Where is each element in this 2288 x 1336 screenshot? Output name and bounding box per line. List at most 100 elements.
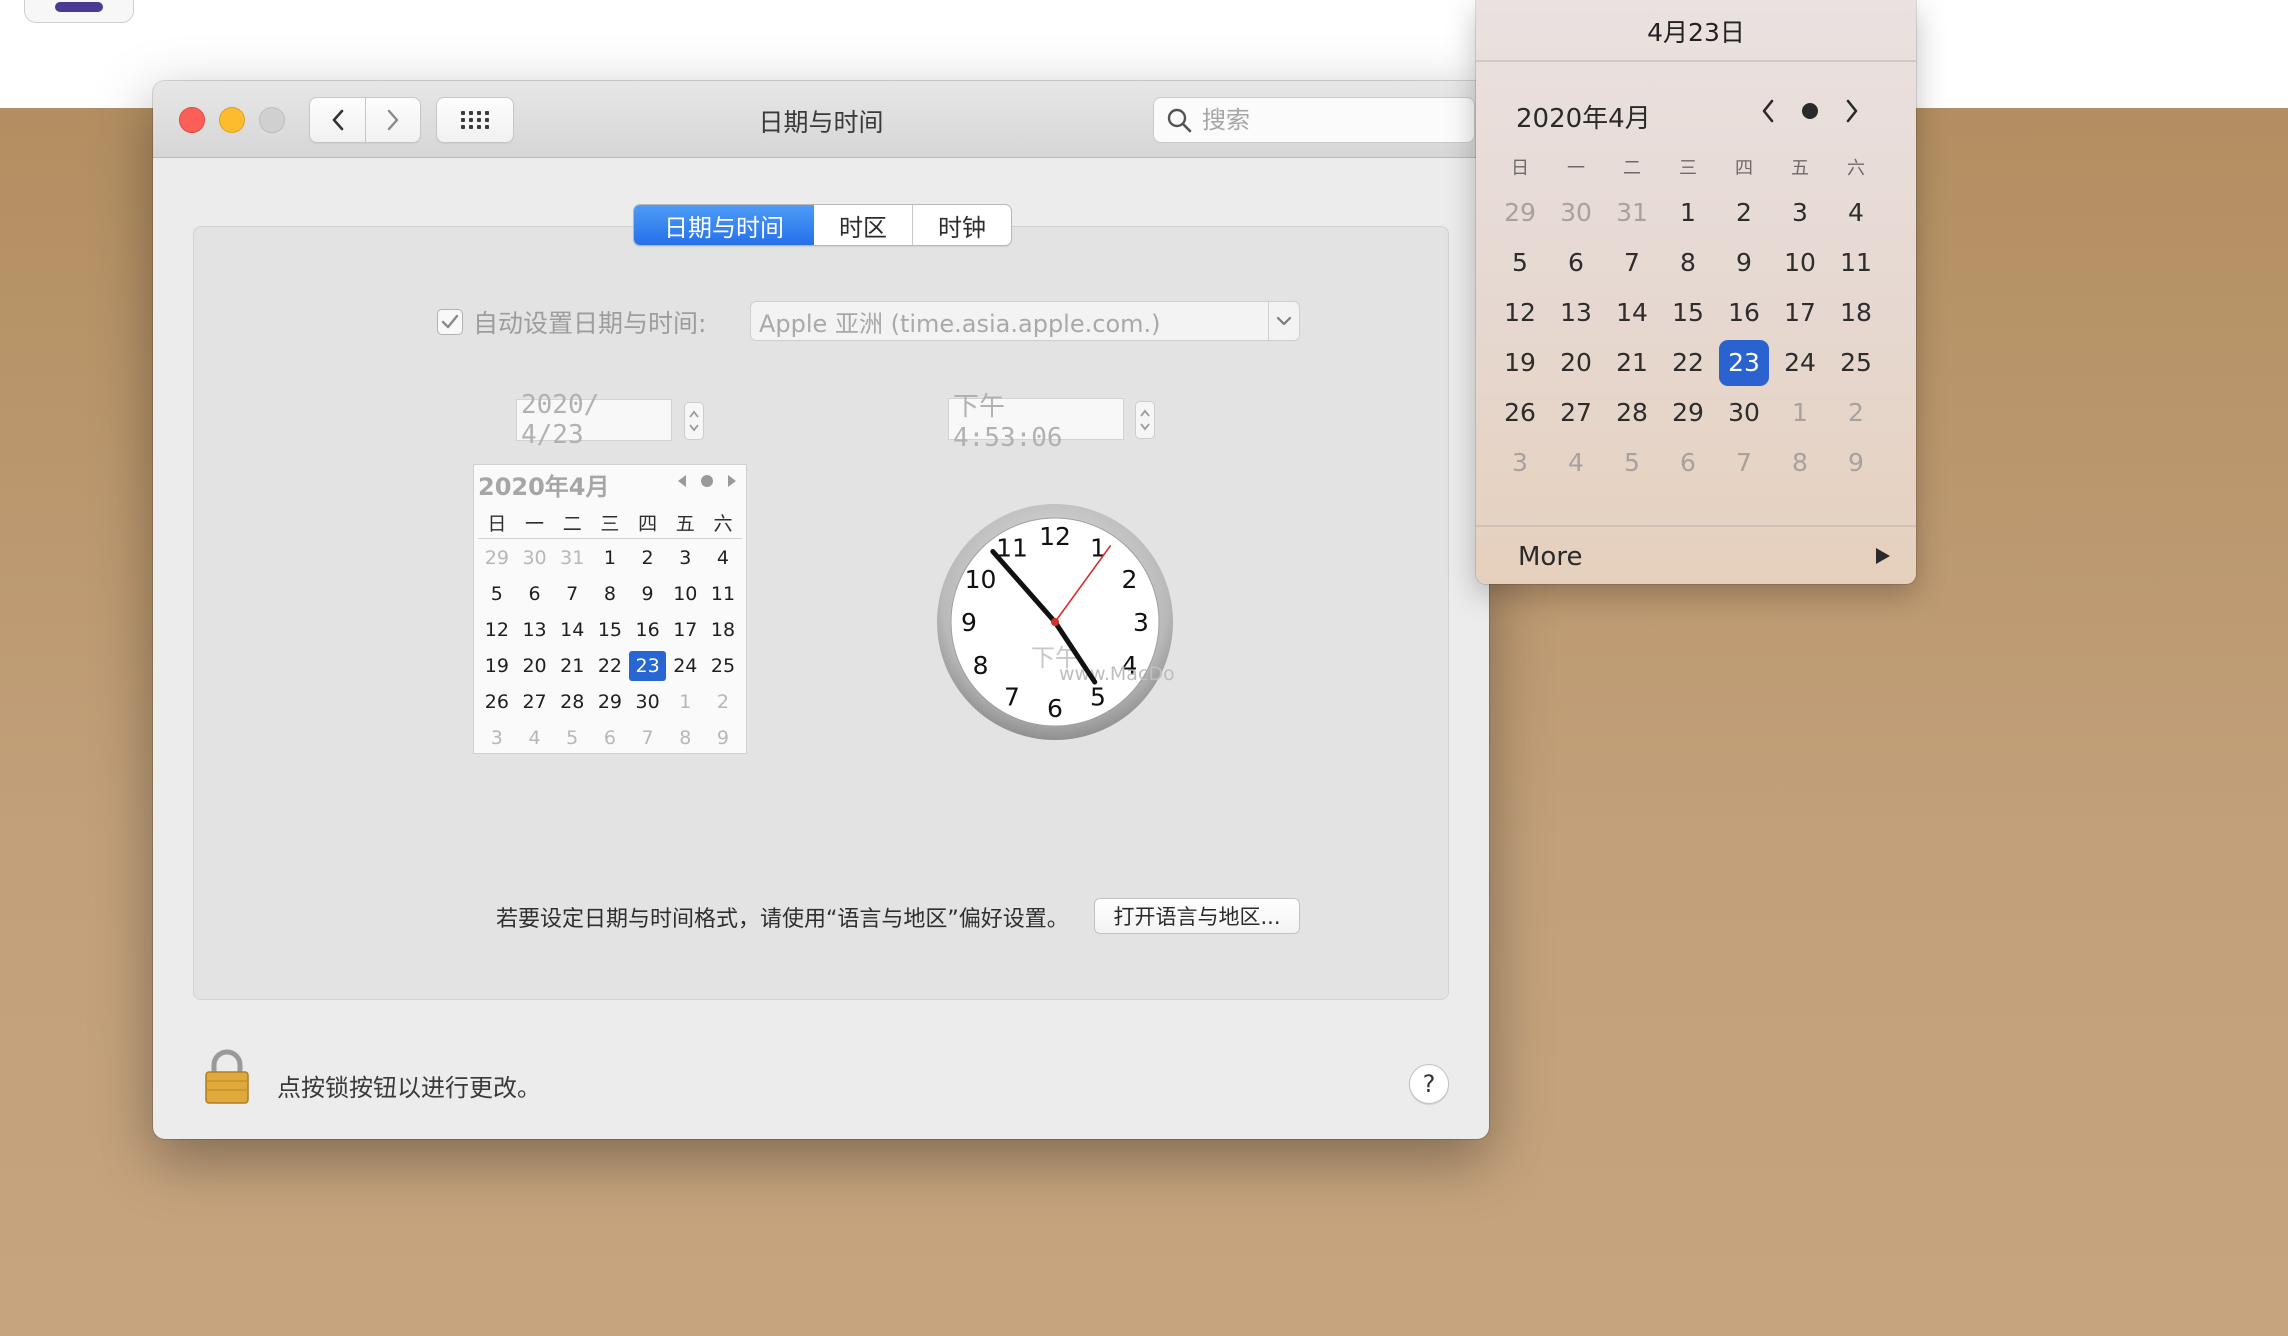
chevron-right-icon[interactable] xyxy=(1843,98,1861,124)
auto-set-checkbox[interactable] xyxy=(437,309,463,335)
mini-day[interactable]: 8 xyxy=(666,723,704,753)
time-stepper[interactable] xyxy=(1135,401,1155,439)
popover-day[interactable]: 4 xyxy=(1828,190,1884,236)
mini-day[interactable]: 20 xyxy=(516,651,554,681)
popover-day[interactable]: 15 xyxy=(1660,290,1716,336)
mini-day[interactable]: 19 xyxy=(478,651,516,681)
mini-day[interactable]: 26 xyxy=(478,687,516,717)
mini-day[interactable]: 1 xyxy=(666,687,704,717)
mini-day[interactable]: 9 xyxy=(629,579,667,609)
mini-day[interactable]: 5 xyxy=(553,723,591,753)
mini-day[interactable]: 29 xyxy=(591,687,629,717)
mini-day[interactable]: 4 xyxy=(704,543,742,573)
mini-day[interactable]: 7 xyxy=(553,579,591,609)
popover-day[interactable]: 28 xyxy=(1604,390,1660,436)
mini-day[interactable]: 24 xyxy=(666,651,704,681)
popover-day[interactable]: 21 xyxy=(1604,340,1660,386)
mini-day[interactable]: 29 xyxy=(478,543,516,573)
mini-day[interactable]: 5 xyxy=(478,579,516,609)
mini-day[interactable]: 13 xyxy=(516,615,554,645)
mini-day[interactable]: 16 xyxy=(629,615,667,645)
mini-day[interactable]: 22 xyxy=(591,651,629,681)
triangle-right-icon[interactable] xyxy=(726,474,738,488)
popover-day[interactable]: 25 xyxy=(1828,340,1884,386)
popover-day[interactable]: 17 xyxy=(1772,290,1828,336)
popover-day[interactable]: 16 xyxy=(1716,290,1772,336)
mini-day[interactable]: 18 xyxy=(704,615,742,645)
popover-day[interactable]: 31 xyxy=(1604,190,1660,236)
popover-day[interactable]: 10 xyxy=(1772,240,1828,286)
mini-day[interactable]: 6 xyxy=(516,579,554,609)
popover-day[interactable]: 6 xyxy=(1660,440,1716,486)
mini-day[interactable]: 30 xyxy=(629,687,667,717)
mini-day[interactable]: 25 xyxy=(704,651,742,681)
popover-day[interactable]: 30 xyxy=(1548,190,1604,236)
popover-day[interactable]: 1 xyxy=(1772,390,1828,436)
mini-day[interactable]: 10 xyxy=(666,579,704,609)
popover-day[interactable]: 5 xyxy=(1492,240,1548,286)
mini-day[interactable]: 6 xyxy=(591,723,629,753)
popover-day[interactable]: 5 xyxy=(1604,440,1660,486)
today-dot-icon[interactable] xyxy=(1801,102,1819,120)
search-input[interactable] xyxy=(1200,105,1444,135)
popover-day[interactable]: 7 xyxy=(1604,240,1660,286)
open-language-region-button[interactable]: 打开语言与地区... xyxy=(1094,898,1300,934)
popover-day[interactable]: 8 xyxy=(1660,240,1716,286)
mini-day[interactable]: 3 xyxy=(666,543,704,573)
triangle-right-icon[interactable] xyxy=(1874,546,1892,570)
popover-day[interactable]: 19 xyxy=(1492,340,1548,386)
mini-day[interactable]: 7 xyxy=(629,723,667,753)
mini-day[interactable]: 3 xyxy=(478,723,516,753)
mini-day[interactable]: 31 xyxy=(553,543,591,573)
mini-day[interactable]: 4 xyxy=(516,723,554,753)
popover-day[interactable]: 26 xyxy=(1492,390,1548,436)
popover-day[interactable]: 14 xyxy=(1604,290,1660,336)
popover-day[interactable]: 29 xyxy=(1660,390,1716,436)
popover-day[interactable]: 23 xyxy=(1719,340,1769,386)
popover-day[interactable]: 8 xyxy=(1772,440,1828,486)
popover-day[interactable]: 13 xyxy=(1548,290,1604,336)
popover-day[interactable]: 2 xyxy=(1716,190,1772,236)
date-field[interactable]: 2020/ 4/23 xyxy=(516,390,672,450)
chevron-left-icon[interactable] xyxy=(1759,98,1777,124)
popover-day[interactable]: 18 xyxy=(1828,290,1884,336)
mini-day[interactable]: 12 xyxy=(478,615,516,645)
popover-day[interactable]: 1 xyxy=(1660,190,1716,236)
search-field[interactable] xyxy=(1153,97,1475,143)
help-button[interactable]: ? xyxy=(1409,1064,1449,1104)
mini-day[interactable]: 9 xyxy=(704,723,742,753)
mini-day[interactable]: 30 xyxy=(516,543,554,573)
popover-day[interactable]: 20 xyxy=(1548,340,1604,386)
popover-day[interactable]: 6 xyxy=(1548,240,1604,286)
mini-day[interactable]: 14 xyxy=(553,615,591,645)
popover-day[interactable]: 30 xyxy=(1716,390,1772,436)
popover-day[interactable]: 3 xyxy=(1492,440,1548,486)
time-field[interactable]: 下午 4:53:06 xyxy=(948,392,1124,453)
mini-day[interactable]: 1 xyxy=(591,543,629,573)
tab-clock[interactable]: 时钟 xyxy=(913,205,1011,245)
mini-day[interactable]: 11 xyxy=(704,579,742,609)
mini-day[interactable]: 17 xyxy=(666,615,704,645)
time-server-select[interactable]: Apple 亚洲 (time.asia.apple.com.) xyxy=(750,301,1300,341)
popover-day[interactable]: 2 xyxy=(1828,390,1884,436)
mini-day[interactable]: 2 xyxy=(629,543,667,573)
more-menu-item[interactable]: More xyxy=(1518,542,1582,572)
mini-day[interactable]: 2 xyxy=(704,687,742,717)
triangle-left-icon[interactable] xyxy=(676,474,688,488)
date-stepper[interactable] xyxy=(684,402,704,440)
popover-day[interactable]: 22 xyxy=(1660,340,1716,386)
popover-day[interactable]: 11 xyxy=(1828,240,1884,286)
mini-day[interactable]: 8 xyxy=(591,579,629,609)
popover-day[interactable]: 9 xyxy=(1828,440,1884,486)
mini-day[interactable]: 23 xyxy=(628,651,667,681)
tab-time-zone[interactable]: 时区 xyxy=(814,205,913,245)
popover-day[interactable]: 29 xyxy=(1492,190,1548,236)
desktop-thumbnail[interactable] xyxy=(24,0,134,23)
popover-day[interactable]: 12 xyxy=(1492,290,1548,336)
mini-day[interactable]: 27 xyxy=(516,687,554,717)
lock-icon[interactable] xyxy=(202,1049,252,1109)
mini-day[interactable]: 21 xyxy=(553,651,591,681)
popover-day[interactable]: 27 xyxy=(1548,390,1604,436)
today-dot-icon[interactable] xyxy=(700,474,714,488)
popover-day[interactable]: 3 xyxy=(1772,190,1828,236)
